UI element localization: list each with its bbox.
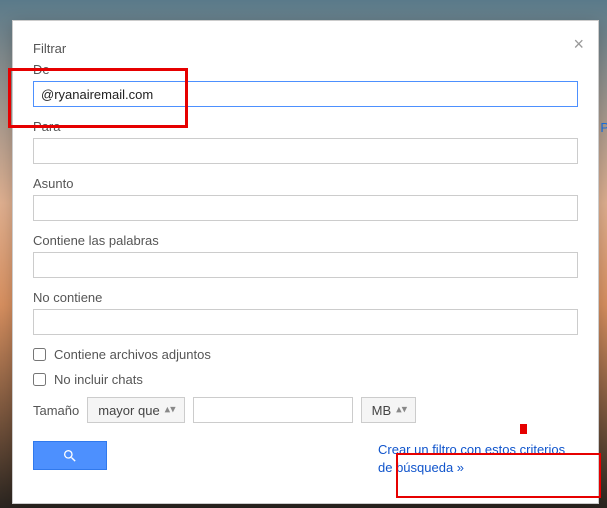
create-filter-link[interactable]: Crear un filtro con estos criterios de b… [378, 441, 578, 477]
annotation-red-dot [520, 424, 527, 434]
field-doesnt-have: No contiene [33, 290, 578, 335]
exclude-chats-row: No incluir chats [33, 372, 578, 387]
field-from: De [33, 62, 578, 107]
field-to: Para [33, 119, 578, 164]
subject-input[interactable] [33, 195, 578, 221]
caret-icon: ▴▾ [165, 405, 176, 416]
to-label: Para [33, 119, 578, 134]
size-unit-select[interactable]: MB ▴▾ [361, 397, 417, 423]
field-has-words: Contiene las palabras [33, 233, 578, 278]
field-subject: Asunto [33, 176, 578, 221]
has-attachment-checkbox[interactable] [33, 348, 46, 361]
dialog-title: Filtrar [33, 41, 578, 56]
has-attachment-row: Contiene archivos adjuntos [33, 347, 578, 362]
doesnt-have-label: No contiene [33, 290, 578, 305]
size-label: Tamaño [33, 403, 79, 418]
close-button[interactable]: × [573, 35, 584, 53]
doesnt-have-input[interactable] [33, 309, 578, 335]
from-label: De [33, 62, 578, 77]
exclude-chats-label: No incluir chats [54, 372, 143, 387]
bottom-actions: Crear un filtro con estos criterios de b… [33, 441, 578, 477]
size-operator-select[interactable]: mayor que ▴▾ [87, 397, 184, 423]
search-icon [62, 448, 78, 464]
exclude-chats-checkbox[interactable] [33, 373, 46, 386]
filter-dialog: × Filtrar De Para Asunto Contiene las pa… [12, 20, 599, 504]
subject-label: Asunto [33, 176, 578, 191]
has-attachment-label: Contiene archivos adjuntos [54, 347, 211, 362]
caret-icon: ▴▾ [396, 405, 407, 416]
has-words-label: Contiene las palabras [33, 233, 578, 248]
has-words-input[interactable] [33, 252, 578, 278]
from-input[interactable] [33, 81, 578, 107]
search-button[interactable] [33, 441, 107, 470]
size-row: Tamaño mayor que ▴▾ MB ▴▾ [33, 397, 578, 423]
to-input[interactable] [33, 138, 578, 164]
size-operator-value: mayor que [98, 403, 159, 418]
size-unit-value: MB [372, 403, 392, 418]
background-letter: P [600, 120, 607, 135]
size-value-input[interactable] [193, 397, 353, 423]
